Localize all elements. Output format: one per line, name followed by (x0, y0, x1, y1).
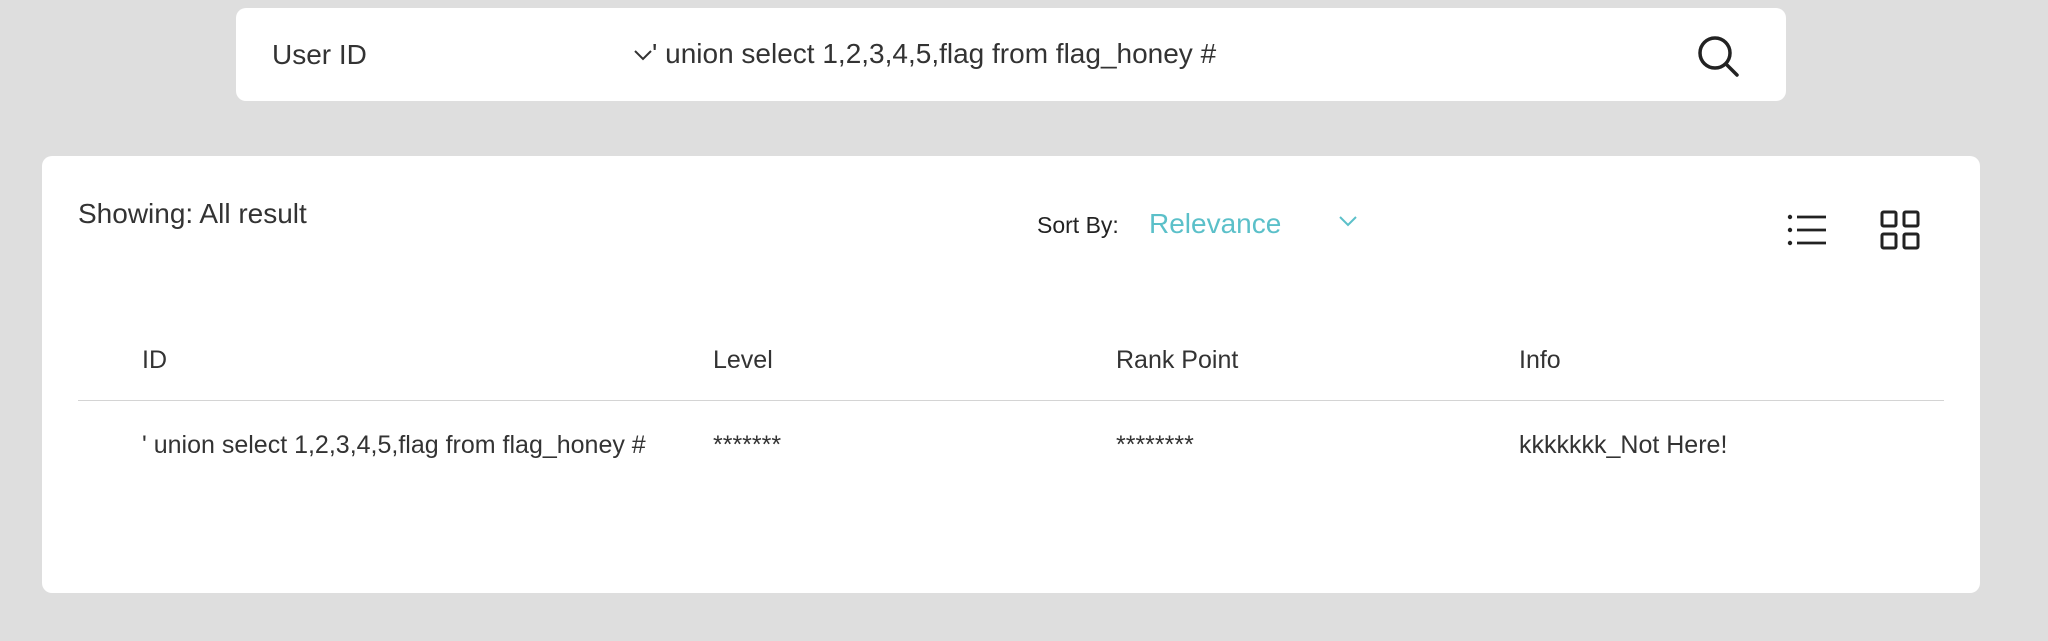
table-header: ID Level Rank Point Info (78, 326, 1944, 401)
column-header-rank-point: Rank Point (1116, 346, 1239, 374)
search-type-label: User ID (272, 38, 367, 70)
cell-id: ' union select 1,2,3,4,5,flag from flag_… (142, 431, 646, 459)
sort-label: Sort By: (1037, 212, 1119, 238)
column-header-info: Info (1519, 346, 1561, 374)
sort-dropdown[interactable]: Relevance (1149, 204, 1399, 244)
results-card: Showing: All result Sort By: Relevance I… (42, 156, 1980, 593)
chevron-down-icon (634, 50, 652, 61)
list-view-icon[interactable] (1787, 212, 1827, 248)
search-type-dropdown[interactable]: User ID (272, 8, 652, 101)
cell-level: ******* (713, 431, 782, 459)
search-icon[interactable] (1696, 34, 1740, 78)
column-header-id: ID (142, 346, 167, 374)
results-table: ID Level Rank Point Info ' union select … (78, 326, 1944, 491)
cell-rank-point: ******** (1116, 431, 1194, 459)
showing-label: Showing: All result (78, 198, 307, 229)
search-input[interactable] (652, 28, 1652, 80)
chevron-down-icon (1339, 216, 1357, 227)
cell-info: kkkkkkk_Not Here! (1519, 431, 1728, 459)
sort-value: Relevance (1149, 208, 1282, 239)
search-bar: User ID (236, 8, 1786, 101)
grid-view-icon[interactable] (1880, 210, 1920, 250)
column-header-level: Level (713, 346, 773, 374)
table-row: ' union select 1,2,3,4,5,flag from flag_… (78, 401, 1944, 491)
